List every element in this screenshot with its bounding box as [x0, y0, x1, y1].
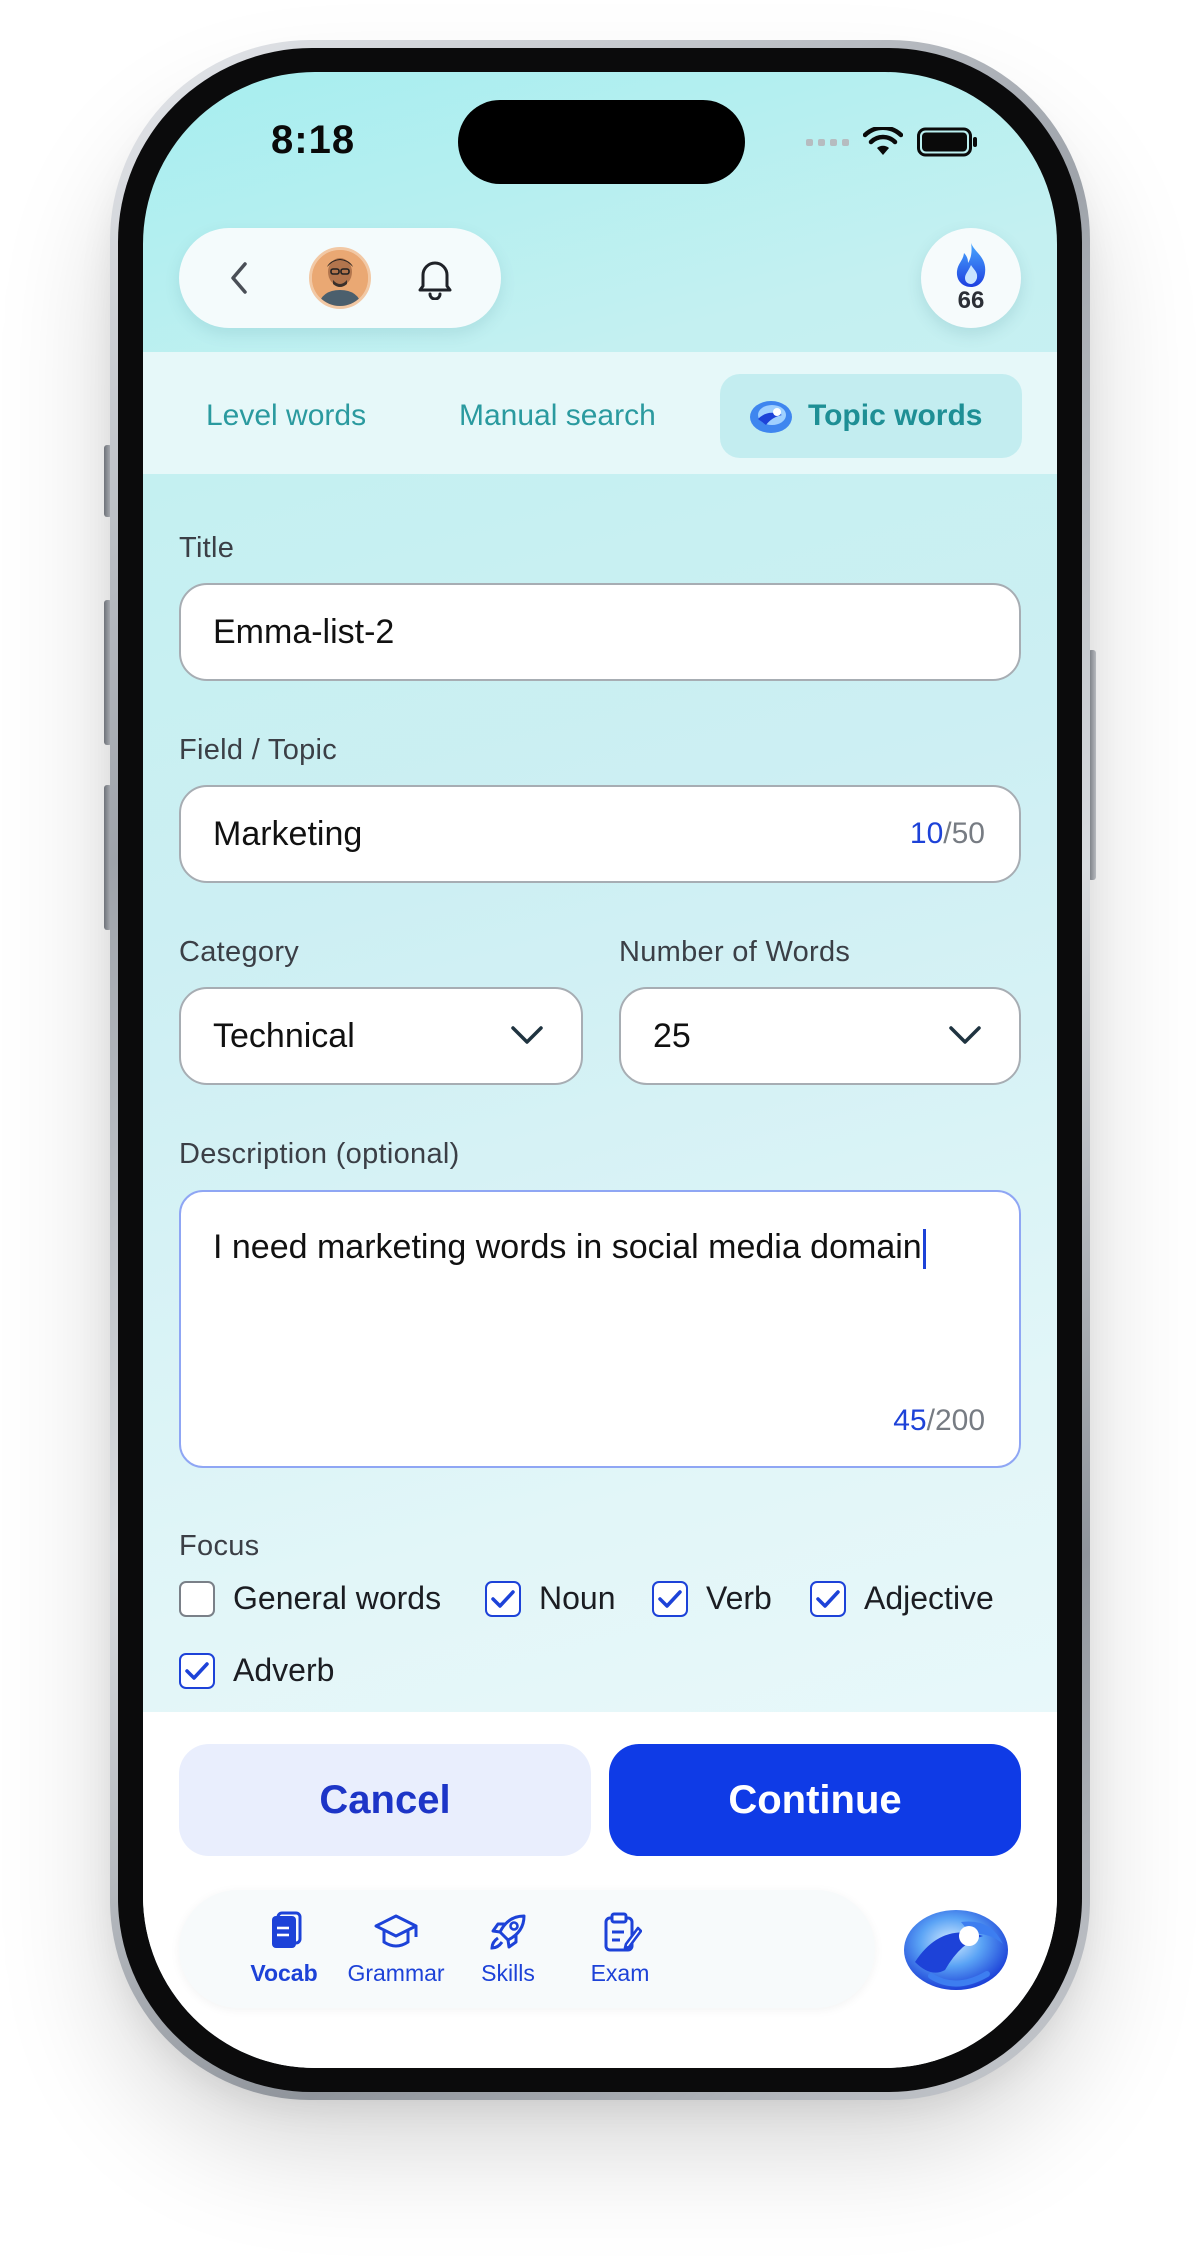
- description-char-count: 45: [893, 1404, 927, 1437]
- word-count-value: 25: [653, 1016, 691, 1055]
- back-button[interactable]: [219, 258, 259, 298]
- description-label: Description (optional): [179, 1138, 460, 1170]
- word-count-label: Number of Words: [619, 936, 851, 968]
- focus-option-label: Verb: [706, 1580, 772, 1616]
- nav-skills[interactable]: Skills: [443, 1910, 573, 1987]
- nav-grammar[interactable]: Grammar: [331, 1910, 461, 1987]
- bottom-nav: Vocab Grammar Skills Exam: [179, 1890, 875, 2008]
- topic-label: Field / Topic: [179, 734, 338, 766]
- tab-manual-search[interactable]: Manual search: [459, 374, 656, 458]
- ai-logo-icon: [904, 1910, 1008, 1990]
- avatar[interactable]: [309, 247, 371, 309]
- focus-option-label: Noun: [539, 1580, 616, 1616]
- topic-field[interactable]: Marketing 10/50: [179, 785, 1021, 883]
- focus-option-label: Adverb: [233, 1652, 335, 1688]
- title-value: Emma-list-2: [213, 612, 395, 651]
- cellular-signal-icon: [806, 138, 849, 146]
- topic-char-counter: 10/50: [910, 817, 985, 851]
- checkbox-unchecked-icon: [179, 1580, 215, 1617]
- focus-option-verb[interactable]: Verb: [652, 1580, 772, 1617]
- nav-exam-label: Exam: [590, 1960, 650, 1986]
- tab-topic-words-label: Topic words: [808, 399, 983, 432]
- dynamic-island: [458, 100, 745, 184]
- battery-icon: [917, 127, 977, 157]
- clipboard-icon: [604, 1912, 642, 1952]
- description-char-counter: 45/200: [893, 1404, 985, 1438]
- focus-option-noun[interactable]: Noun: [485, 1580, 616, 1617]
- chevron-down-icon: [511, 1026, 543, 1044]
- focus-label: Focus: [179, 1530, 260, 1562]
- header-actions: [179, 228, 501, 328]
- bell-icon: [418, 261, 452, 300]
- streak-count: 66: [957, 287, 985, 314]
- nav-exam[interactable]: Exam: [555, 1910, 685, 1987]
- rocket-icon: [490, 1914, 526, 1950]
- category-label: Category: [179, 936, 300, 968]
- nav-skills-label: Skills: [481, 1960, 535, 1986]
- description-text-line: I need marketing words in social media d…: [213, 1228, 926, 1270]
- checkbox-checked-icon: [485, 1580, 521, 1617]
- status-icons: [806, 127, 979, 157]
- description-char-max: /200: [926, 1404, 985, 1437]
- focus-option-label: General words: [233, 1580, 442, 1616]
- flame-icon: [956, 243, 986, 287]
- ai-assistant-button[interactable]: [901, 1892, 1011, 2002]
- nav-vocab[interactable]: Vocab: [219, 1910, 349, 1987]
- checkbox-checked-icon: [652, 1580, 688, 1617]
- topic-value: Marketing: [213, 814, 363, 853]
- app-screen: 8:18 66 Level words Manual search Topic …: [143, 72, 1057, 2068]
- status-time: 8:18: [271, 118, 356, 162]
- title-field[interactable]: Emma-list-2: [179, 583, 1021, 681]
- vocab-icon: [272, 1911, 302, 1948]
- category-select[interactable]: Technical: [179, 987, 583, 1085]
- category-value: Technical: [213, 1016, 355, 1055]
- cancel-button[interactable]: Cancel: [179, 1744, 591, 1856]
- ai-logo-icon: [750, 401, 792, 433]
- nav-grammar-label: Grammar: [347, 1960, 445, 1986]
- focus-option-label: Adjective: [864, 1580, 994, 1616]
- tab-topic-words[interactable]: Topic words: [720, 374, 1022, 458]
- focus-option-adverb[interactable]: Adverb: [179, 1652, 334, 1689]
- focus-option-general-words[interactable]: General words: [179, 1580, 441, 1617]
- text-caret: [922, 1229, 926, 1270]
- continue-button[interactable]: Continue: [609, 1744, 1021, 1856]
- checkbox-checked-icon: [810, 1580, 846, 1617]
- chevron-left-icon: [231, 262, 247, 294]
- topic-char-count: 10: [909, 817, 944, 850]
- description-textarea[interactable]: I need marketing words in social media d…: [179, 1190, 1021, 1468]
- streak-badge[interactable]: 66: [921, 228, 1021, 328]
- notifications-button[interactable]: [411, 254, 459, 302]
- tab-level-words[interactable]: Level words: [206, 374, 366, 458]
- nav-vocab-label: Vocab: [250, 1960, 318, 1986]
- description-value: I need marketing words in social media d…: [213, 1228, 922, 1266]
- title-label: Title: [179, 532, 235, 564]
- graduation-cap-icon: [374, 1914, 418, 1948]
- focus-option-adjective[interactable]: Adjective: [810, 1580, 994, 1617]
- tab-bar: Level words Manual search Topic words: [143, 352, 1057, 474]
- word-count-select[interactable]: 25: [619, 987, 1021, 1085]
- checkbox-checked-icon: [179, 1652, 215, 1689]
- chevron-down-icon: [949, 1026, 981, 1044]
- user-photo-icon: [312, 250, 368, 306]
- wifi-icon: [863, 127, 903, 155]
- topic-char-max: /50: [943, 817, 985, 850]
